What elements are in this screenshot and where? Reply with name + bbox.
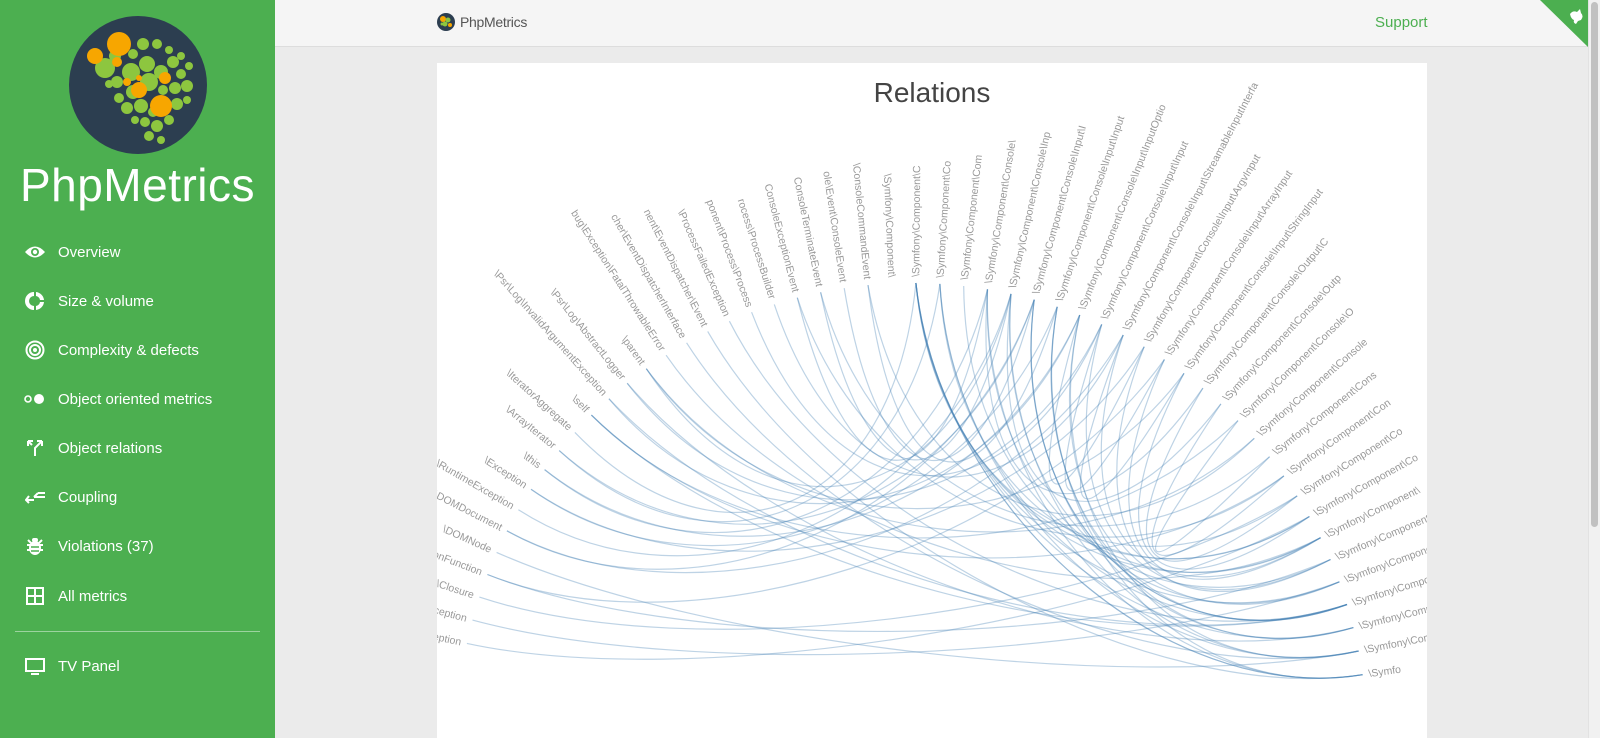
- relation-link: [665, 354, 1321, 580]
- relation-link: [558, 283, 941, 523]
- logo-bubbles-icon: [87, 32, 193, 144]
- mini-logo-icon: [437, 13, 455, 31]
- monitor-icon: [24, 655, 46, 677]
- relations-card: \LogicException alidArgumentException \Clo…: [437, 63, 1427, 738]
- sidebar: PhpMetrics Overview Size & volume Comple…: [0, 0, 275, 738]
- nav-size-volume[interactable]: Size & volume: [0, 280, 275, 322]
- relation-link: [472, 581, 1340, 656]
- nav-label: Coupling: [58, 488, 118, 506]
- relation-link: [1138, 373, 1310, 570]
- scrollbar-thumb[interactable]: [1591, 2, 1598, 527]
- header-brand-label: PhpMetrics: [460, 14, 528, 30]
- nav-label: Object oriented metrics: [58, 390, 213, 408]
- node-label[interactable]: ole\Event\ConsoleEvent: [820, 170, 849, 283]
- node-label[interactable]: \DOMNode: [441, 523, 494, 555]
- github-corner[interactable]: [1540, 0, 1588, 47]
- node-label[interactable]: \this: [520, 450, 543, 471]
- nav-label: All metrics: [58, 587, 128, 605]
- fork-icon: [24, 437, 46, 459]
- node-label[interactable]: \Symfony\Component\Co: [935, 160, 954, 278]
- target-icon: [24, 339, 46, 361]
- nav-all-metrics[interactable]: All metrics: [0, 575, 275, 617]
- eye-icon: [24, 241, 46, 263]
- node-label[interactable]: \Symfony\Component\Com: [959, 154, 985, 281]
- grid-icon: [24, 585, 46, 607]
- node-label[interactable]: \IteratorAggregate: [503, 367, 574, 433]
- merge-arrow-icon: [24, 486, 46, 508]
- node-label[interactable]: \Symfo: [1368, 664, 1402, 680]
- relations-chart: \LogicExceptionalidArgumentException\Clo…: [437, 80, 1427, 680]
- nav-tv-panel[interactable]: TV Panel: [0, 645, 275, 687]
- relation-link: [544, 289, 989, 533]
- nav-overview[interactable]: Overview: [0, 231, 275, 273]
- page-scrollbar[interactable]: [1588, 0, 1600, 738]
- nav-coupling[interactable]: Coupling: [0, 476, 275, 518]
- nav-label: Overview: [58, 243, 121, 261]
- nav-complexity-defects[interactable]: Complexity & defects: [0, 329, 275, 371]
- nav-object-oriented-metrics[interactable]: Object oriented metrics: [0, 378, 275, 420]
- nav-label: Complexity & defects: [58, 341, 199, 359]
- relation-link: [1051, 306, 1363, 679]
- nav-divider: [15, 631, 260, 632]
- phpmetrics-logo[interactable]: [69, 16, 207, 154]
- node-label[interactable]: \Symfony\Component\: [881, 173, 898, 277]
- node-label[interactable]: \ConsoleCommandEvent: [850, 162, 873, 279]
- header-brand[interactable]: PhpMetrics: [437, 13, 527, 31]
- donut-chart-icon: [24, 290, 46, 312]
- bug-icon: [24, 535, 46, 557]
- nav-violations[interactable]: Violations (37): [0, 525, 275, 567]
- nav-object-relations[interactable]: Object relations: [0, 427, 275, 469]
- nav-label: Violations (37): [58, 537, 154, 555]
- relation-link: [506, 334, 1124, 574]
- top-bar: PhpMetrics Support: [275, 0, 1588, 47]
- app-name: PhpMetrics: [19, 159, 256, 211]
- relation-link: [590, 414, 1285, 559]
- relations-title: Relations: [873, 77, 991, 108]
- node-label[interactable]: \Symfony\Component\C: [910, 165, 923, 277]
- relation-link: [558, 299, 1035, 525]
- nav-label: Size & volume: [58, 292, 154, 310]
- dots-icon: [24, 388, 46, 410]
- node-label[interactable]: \self: [569, 393, 591, 415]
- node-label[interactable]: \Closure: [437, 578, 476, 602]
- nav-label: Object relations: [58, 439, 163, 457]
- support-link[interactable]: Support: [1375, 14, 1428, 31]
- node-label[interactable]: \parent: [619, 334, 648, 368]
- node-label[interactable]: \LogicException: [437, 621, 462, 648]
- nav-label: TV Panel: [58, 657, 120, 675]
